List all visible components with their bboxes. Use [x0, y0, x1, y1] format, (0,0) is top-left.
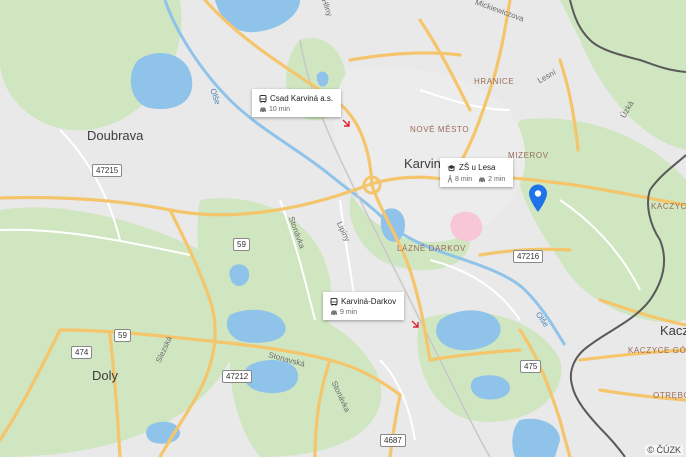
walk-time: 8 min: [455, 175, 473, 183]
card-title: ZŠ u Lesa: [459, 163, 496, 172]
school-icon: [447, 164, 456, 171]
walk-icon: [447, 175, 453, 183]
road-shield-474: 474: [71, 346, 93, 359]
card-meta: 10 min: [259, 106, 333, 113]
card-title: Karviná-Darkov: [341, 297, 397, 306]
transit-card-csad[interactable]: Csad Karviná a.s. 10 min: [252, 89, 342, 117]
road-shield-4687: 4687: [380, 434, 406, 447]
district-label-kaczyce: KACZYCE: [651, 202, 686, 211]
road-shield-47215: 47215: [92, 164, 123, 177]
map-copyright: © ČÚZK: [645, 445, 683, 455]
town-label-karvina: Karvin: [404, 156, 441, 171]
location-pin-icon[interactable]: [527, 183, 549, 213]
district-label-lazne-darkov: LÁZNĚ DARKOV: [397, 244, 466, 253]
road-shield-59-a: 59: [233, 238, 250, 251]
bus-icon: [330, 297, 338, 306]
district-label-otrebo: OTRĘBO: [653, 391, 686, 400]
district-label-hranice: HRANICE: [474, 77, 515, 86]
car-icon: [260, 107, 266, 113]
road-shield-47212: 47212: [222, 370, 253, 383]
town-label-doly: Doly: [92, 368, 119, 383]
card-title-row: Csad Karviná a.s.: [259, 94, 333, 103]
card-meta: 9 min: [330, 309, 396, 316]
town-label-doubrava: Doubrava: [87, 128, 144, 143]
district-label-mizerov: MIZEROV: [508, 151, 549, 160]
transit-card-karvina-darkov[interactable]: Karviná-Darkov 9 min: [323, 292, 405, 320]
car-icon: [479, 177, 486, 183]
town-label-kacz: Kacz: [660, 323, 686, 338]
place-card-zs-u-lesa[interactable]: ZŠ u Lesa 8 min 2 min: [440, 158, 514, 187]
road-shield-59-b: 59: [114, 329, 131, 342]
car-time: 2 min: [488, 175, 506, 183]
card-title: Csad Karviná a.s.: [270, 94, 334, 103]
district-label-kaczyce-gorne: KACZYCE GÓRN: [628, 346, 686, 355]
card-title-row: ZŠ u Lesa: [447, 163, 505, 172]
car-time: 10 min: [269, 106, 291, 113]
card-title-row: Karviná-Darkov: [330, 297, 396, 306]
car-icon: [331, 310, 337, 316]
road-shield-475: 475: [520, 360, 542, 373]
car-time: 9 min: [340, 309, 358, 316]
card-meta: 8 min 2 min: [447, 175, 505, 183]
map-canvas[interactable]: Doubrava Karvin Doly Kacz HRANICE NOVÉ M…: [0, 0, 686, 457]
district-label-nove-mesto: NOVÉ MĚSTO: [410, 125, 470, 134]
road-shield-47216: 47216: [513, 250, 544, 263]
bus-icon: [259, 94, 267, 103]
